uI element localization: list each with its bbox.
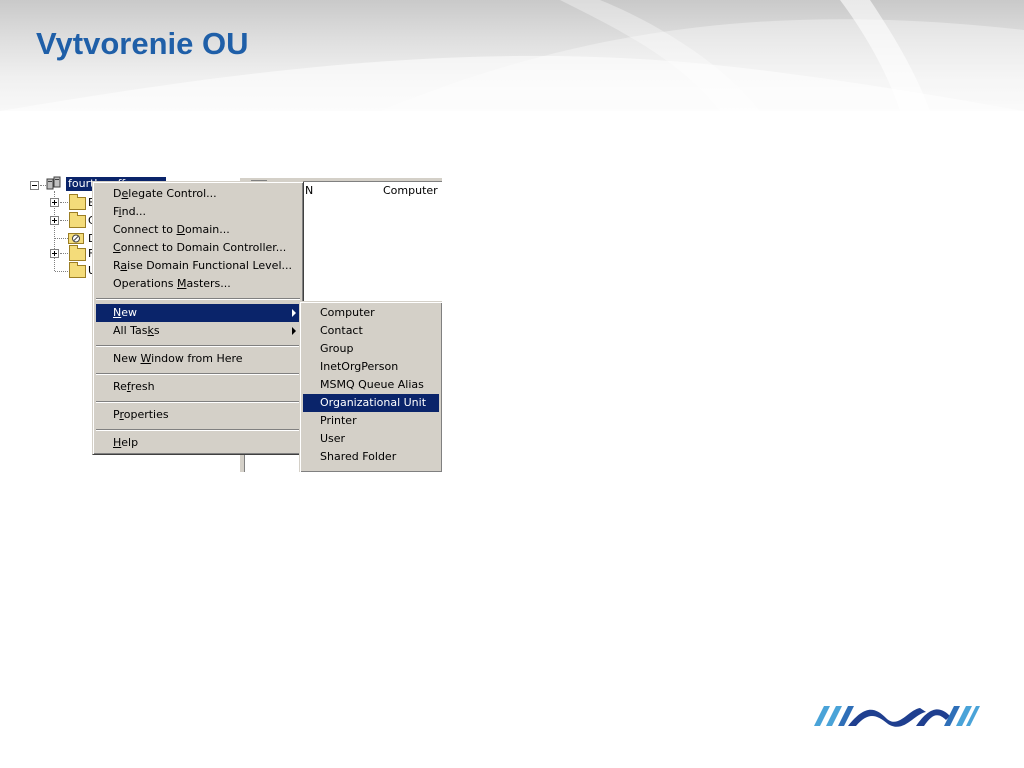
slide-header: Vytvorenie OU <box>0 0 1024 111</box>
menu-item-properties[interactable]: Properties <box>96 406 300 424</box>
menu-item-find[interactable]: Find... <box>96 203 300 221</box>
expand-icon[interactable] <box>50 216 59 225</box>
submenu-item-inetorgperson[interactable]: InetOrgPerson <box>303 358 439 376</box>
menu-item-connect-to-domain[interactable]: Connect to Domain... <box>96 221 300 239</box>
submenu-item-user[interactable]: User <box>303 430 439 448</box>
menu-separator <box>96 345 300 347</box>
submenu-item-computer[interactable]: Computer <box>303 304 439 322</box>
submenu-item-shared-folder[interactable]: Shared Folder <box>303 448 439 466</box>
submenu-item-printer[interactable]: Printer <box>303 412 439 430</box>
submenu-item-group[interactable]: Group <box>303 340 439 358</box>
tree-connector <box>60 202 68 203</box>
menu-item-connect-to-domain-controller[interactable]: Connect to Domain Controller... <box>96 239 300 257</box>
list-cell-name[interactable]: N <box>305 184 313 197</box>
page-title: Vytvorenie OU <box>36 26 249 61</box>
folder-icon <box>69 262 86 278</box>
menu-item-operations-masters[interactable]: Operations Masters... <box>96 275 300 293</box>
menu-item-refresh[interactable]: Refresh <box>96 378 300 396</box>
menu-separator <box>96 373 300 375</box>
new-submenu: Computer Contact Group InetOrgPerson MSM… <box>299 301 442 472</box>
menu-item-help[interactable]: Help <box>96 434 300 452</box>
folder-icon <box>69 212 86 228</box>
domain-icon <box>46 176 61 190</box>
tree-connector <box>55 238 68 239</box>
expand-icon[interactable] <box>50 249 59 258</box>
expand-icon[interactable] <box>50 198 59 207</box>
menu-item-new[interactable]: New <box>96 304 300 322</box>
menu-separator <box>96 298 300 300</box>
tree-connector <box>55 271 68 272</box>
context-menu: Delegate Control... Find... Connect to D… <box>92 181 304 455</box>
company-logo <box>814 706 980 727</box>
folder-icon <box>69 245 86 261</box>
menu-item-raise-functional-level[interactable]: Raise Domain Functional Level... <box>96 257 300 275</box>
menu-item-delegate-control[interactable]: Delegate Control... <box>96 185 300 203</box>
list-cell-type[interactable]: Computer <box>383 184 438 197</box>
submenu-item-msmq-queue-alias[interactable]: MSMQ Queue Alias <box>303 376 439 394</box>
menu-separator <box>96 401 300 403</box>
tree-connector <box>60 220 68 221</box>
folder-icon <box>69 194 86 210</box>
collapse-icon[interactable] <box>30 181 39 190</box>
tree-connector <box>60 253 68 254</box>
submenu-arrow-icon <box>292 309 296 317</box>
submenu-item-contact[interactable]: Contact <box>303 322 439 340</box>
menu-item-new-window[interactable]: New Window from Here <box>96 350 300 368</box>
submenu-item-organizational-unit[interactable]: Organizational Unit <box>303 394 439 412</box>
menu-separator <box>96 429 300 431</box>
menu-item-all-tasks[interactable]: All Tasks <box>96 322 300 340</box>
submenu-arrow-icon <box>292 327 296 335</box>
console-screenshot: fourth.coffee B C D F U N Computer Deleg… <box>28 172 442 472</box>
domain-controllers-ou-icon <box>68 233 84 244</box>
